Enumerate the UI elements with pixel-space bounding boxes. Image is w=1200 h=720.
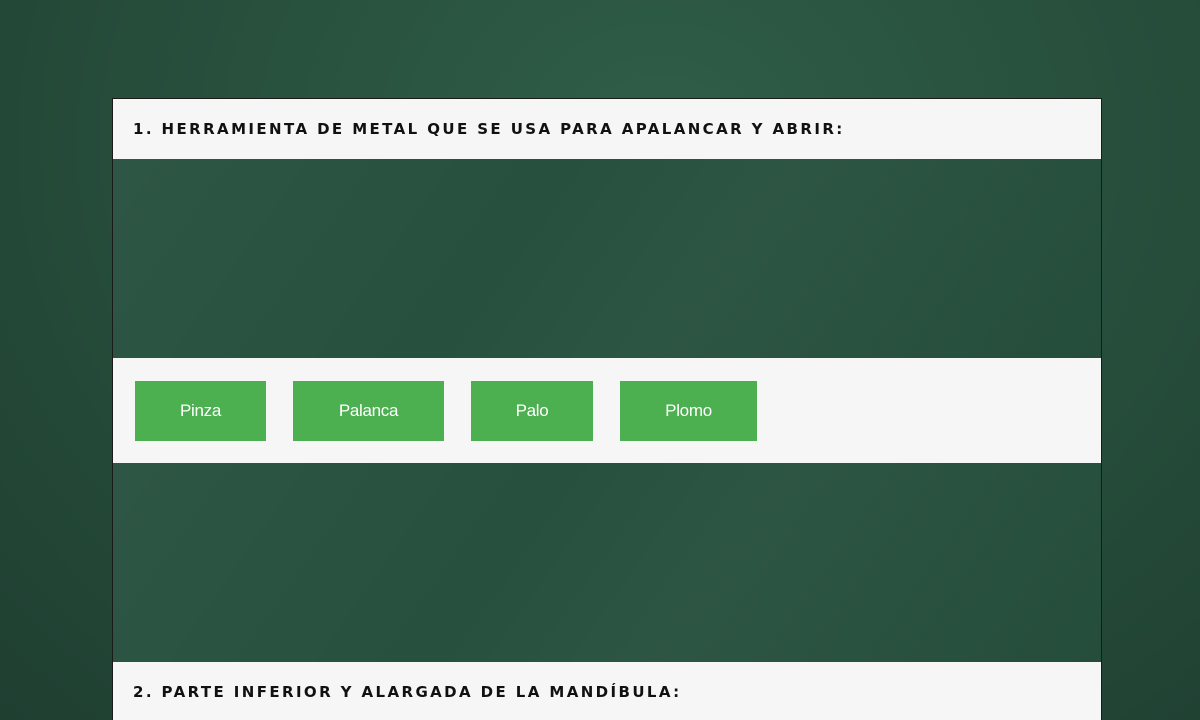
question-1-text: 1. HERRAMIENTA DE METAL QUE SE USA PARA …: [133, 120, 845, 138]
quiz-container: 1. HERRAMIENTA DE METAL QUE SE USA PARA …: [112, 98, 1102, 720]
question-1-lower-area: [113, 463, 1101, 662]
answer-button-palanca[interactable]: Palanca: [293, 380, 444, 441]
answer-button-plomo[interactable]: Plomo: [620, 380, 757, 441]
question-2: 2. PARTE INFERIOR Y ALARGADA DE LA MANDÍ…: [113, 662, 1101, 720]
answer-button-palo[interactable]: Palo: [471, 380, 593, 441]
question-1: 1. HERRAMIENTA DE METAL QUE SE USA PARA …: [113, 99, 1101, 662]
question-2-text: 2. PARTE INFERIOR Y ALARGADA DE LA MANDÍ…: [133, 683, 682, 701]
question-1-image-area: [113, 159, 1101, 358]
question-2-header: 2. PARTE INFERIOR Y ALARGADA DE LA MANDÍ…: [113, 662, 1101, 720]
question-1-answers: Pinza Palanca Palo Plomo: [113, 358, 1101, 463]
question-1-header: 1. HERRAMIENTA DE METAL QUE SE USA PARA …: [113, 99, 1101, 159]
answer-button-pinza[interactable]: Pinza: [135, 380, 266, 441]
